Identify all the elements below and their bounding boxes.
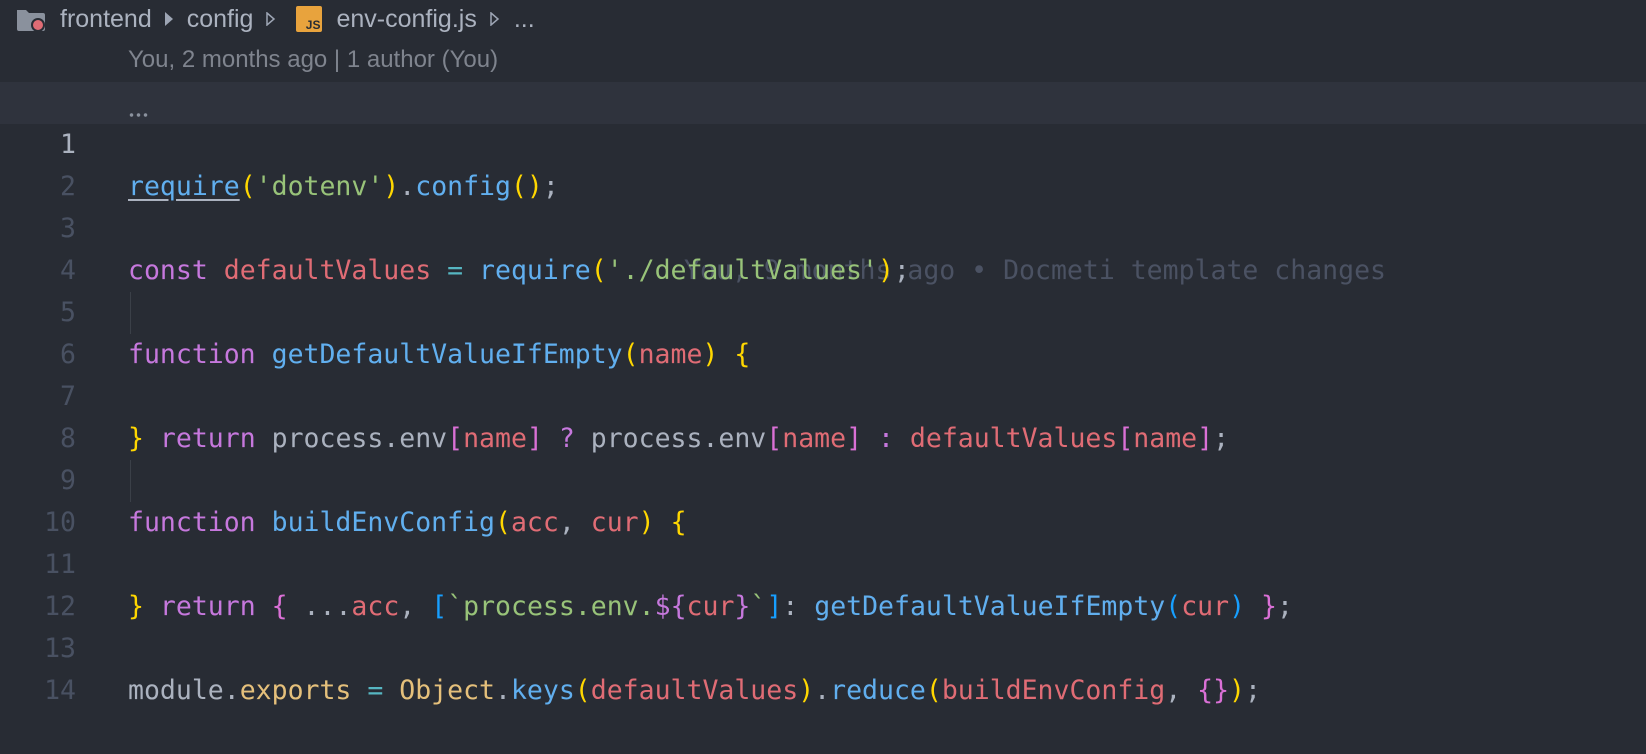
- token: buildEnvConfig: [941, 675, 1166, 706]
- token: .: [223, 675, 240, 706]
- code-line-4[interactable]: 4: [0, 208, 1646, 286]
- code-line-3[interactable]: 3 const defaultValues = require('./defau…: [0, 166, 1646, 286]
- code-line-14[interactable]: 14: [0, 628, 1646, 706]
- token: (: [574, 675, 591, 706]
- code-line-10[interactable]: 10 return { ...acc, [`process.env.${cur}…: [0, 460, 1646, 622]
- code-line-1[interactable]: 1 require('dotenv').config(); You, 9 mon…: [0, 82, 1646, 286]
- chevron-right-icon: [164, 12, 173, 26]
- token: =: [351, 675, 400, 706]
- code-line-9[interactable]: 9 function buildEnvConfig(acc, cur) {: [0, 418, 1646, 538]
- code-line-8[interactable]: 8: [0, 376, 1646, 454]
- folder-icon[interactable]: [16, 6, 46, 32]
- code-line-13[interactable]: 13 module.exports = Object.keys(defaultV…: [0, 586, 1646, 706]
- token: .: [814, 675, 831, 706]
- code-line-11[interactable]: 11 }: [0, 502, 1646, 622]
- breadcrumb-item-config[interactable]: config: [187, 5, 254, 34]
- token: .: [495, 675, 511, 706]
- code-line-2[interactable]: 2: [0, 124, 1646, 202]
- breadcrumb-item-more[interactable]: ...: [514, 5, 535, 34]
- code-line-6[interactable]: 6 return process.env[name] ? process.env…: [0, 292, 1646, 454]
- token: reduce: [830, 675, 926, 706]
- breadcrumb: frontend config JS env-config.js ...: [0, 0, 1646, 38]
- code-line-12[interactable]: 12: [0, 544, 1646, 622]
- token: keys: [510, 675, 575, 706]
- token: exports: [239, 675, 352, 706]
- chevron-right-icon: [266, 12, 276, 26]
- token: {}: [1197, 675, 1230, 706]
- indent-guide: [130, 292, 131, 334]
- token: ): [1229, 675, 1246, 706]
- token: ;: [1245, 675, 1261, 706]
- quick-fix-dots[interactable]: [128, 112, 150, 118]
- token: Object: [399, 675, 495, 706]
- code-line-7[interactable]: 7 }: [0, 334, 1646, 454]
- token: defaultValues: [590, 675, 799, 706]
- breadcrumb-item-file[interactable]: env-config.js: [336, 5, 476, 34]
- token: ,: [1165, 675, 1198, 706]
- breadcrumb-item-frontend[interactable]: frontend: [60, 5, 152, 34]
- chevron-right-icon: [490, 12, 499, 26]
- codelens-blame-header[interactable]: You, 2 months ago | 1 author (You): [128, 46, 498, 74]
- line-number[interactable]: 14: [0, 670, 76, 712]
- code-line-5[interactable]: 5 function getDefaultValueIfEmpty(name) …: [0, 250, 1646, 370]
- token: ): [798, 675, 815, 706]
- line-code: module.exports = Object.keys(defaultValu…: [128, 670, 1261, 712]
- token: module: [128, 675, 224, 706]
- code-editor[interactable]: 1 require('dotenv').config(); You, 9 mon…: [0, 82, 1646, 706]
- token: (: [925, 675, 942, 706]
- indent-guide: [130, 460, 131, 502]
- javascript-file-icon: JS: [296, 6, 323, 32]
